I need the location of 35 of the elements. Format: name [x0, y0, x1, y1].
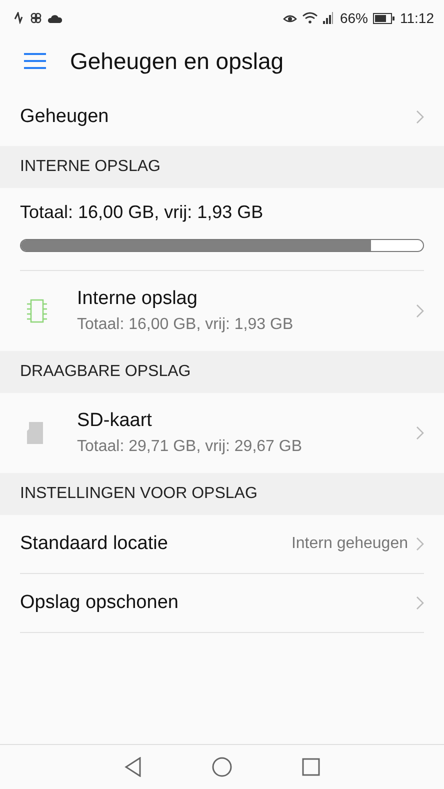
chevron-right-icon [416, 537, 424, 551]
battery-percentage: 66% [340, 10, 368, 26]
screen-title: Geheugen en opslag [70, 48, 284, 74]
section-header: INTERNE OPSLAG [0, 146, 444, 188]
chevron-right-icon [416, 596, 424, 610]
home-icon [212, 757, 232, 777]
cloud-icon [48, 14, 62, 22]
signal-icon [322, 12, 335, 24]
wifi-icon [302, 12, 318, 24]
storage-summary: Totaal: 16,00 GB, vrij: 1,93 GB [20, 202, 264, 223]
item-title: Geheugen [20, 106, 110, 128]
chevron-right-icon [416, 304, 424, 318]
section-header: INSTELLINGEN VOOR OPSLAG [0, 473, 444, 515]
item-title: SD-kaart [77, 410, 153, 432]
battery-icon [373, 12, 395, 24]
item-title: Opslag opschonen [20, 592, 180, 614]
eye-icon [282, 12, 297, 24]
home-button[interactable] [212, 757, 232, 777]
chevron-right-icon [416, 426, 424, 440]
item-subtitle: Totaal: 16,00 GB, vrij: 1,93 GB [77, 316, 294, 334]
clock: 11:12 [400, 10, 434, 26]
section-header: DRAAGBARE OPSLAG [0, 351, 444, 393]
recents-button[interactable] [302, 758, 320, 776]
item-subtitle: Totaal: 29,71 GB, vrij: 29,67 GB [77, 438, 304, 456]
recents-icon [302, 758, 320, 776]
menu-button[interactable] [24, 53, 46, 69]
fan-icon [30, 12, 42, 24]
back-icon [124, 757, 142, 777]
item-value: Intern geheugen [291, 535, 408, 553]
menu-icon [24, 53, 46, 69]
item-title: Interne opslag [77, 288, 198, 310]
chevron-right-icon [416, 110, 424, 124]
back-button[interactable] [124, 757, 142, 777]
item-title: Standaard locatie [20, 533, 169, 555]
signal-spike-icon [14, 12, 24, 24]
